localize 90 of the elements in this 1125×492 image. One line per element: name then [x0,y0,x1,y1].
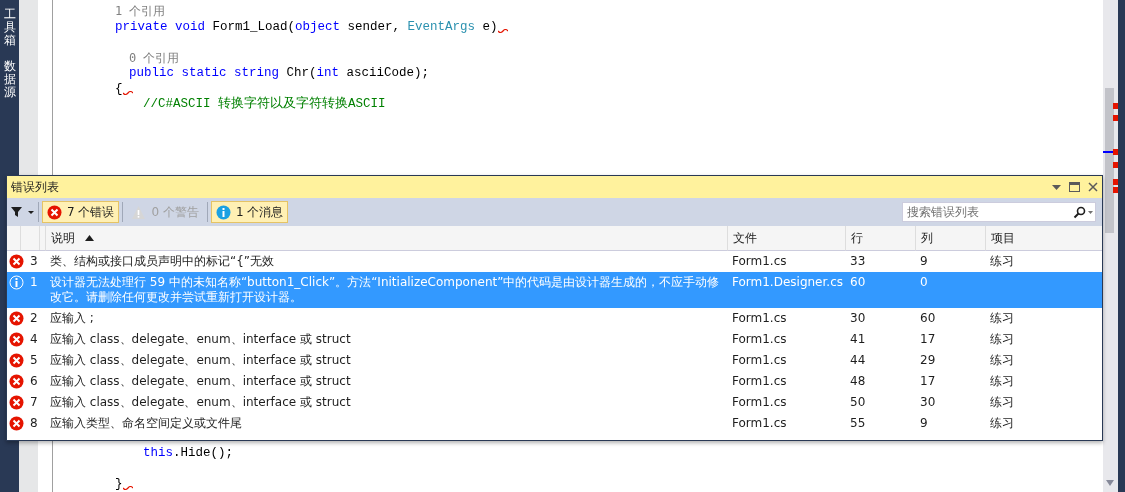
error-description: 应输入类型、命名空间定义或文件尾 [49,415,243,432]
table-cell: Form1.cs [732,395,787,409]
error-number: 5 [30,353,38,368]
list-row[interactable]: 4 应输入 class、delegate、enum、interface 或 struct Form1.cs 41 17 练习 [7,329,1102,350]
error-description: 类、结构或接口成员声明中的标记“{”无效 [49,253,276,270]
code-line: //C#ASCII 转换字符以及字符转换ASCII [143,97,386,113]
close-icon[interactable] [1088,182,1098,192]
side-tab[interactable]: 工具箱 [3,8,16,48]
table-cell: Form1.cs [732,353,787,367]
warning-icon [131,204,147,220]
error-number: 4 [30,332,38,347]
reference-count[interactable]: 0 个引用 [129,50,180,66]
code-line: this.Hide(); [143,445,234,461]
table-cell: 9 [920,254,928,268]
search-icon[interactable] [1073,206,1093,219]
table-cell: 17 [920,374,936,388]
filter-button[interactable]: 1 个消息 [210,201,289,223]
table-cell: 练习 [990,311,1014,325]
table-cell: 48 [850,374,866,388]
table-cell: 17 [920,332,936,346]
error-icon [9,374,24,389]
code-line: public static string Chr(int asciiCode); [129,66,430,82]
table-cell: Form1.cs [732,254,787,268]
table-cell: 44 [850,353,866,367]
table-cell: 60 [920,311,936,325]
filter-icon[interactable] [11,206,35,218]
error-description: 应输入 class、delegate、enum、interface 或 struct [49,394,352,411]
table-cell: Form1.cs [732,416,787,430]
error-icon [9,353,24,368]
error-description: 应输入 ; [49,310,95,327]
error-number: 7 [30,395,38,410]
reference-count[interactable]: 1 个引用 [115,4,166,20]
error-icon [47,204,62,220]
list-row[interactable]: 6 应输入 class、delegate、enum、interface 或 struct Form1.cs 48 17 练习 [7,371,1102,392]
error-number: 8 [30,416,38,431]
error-icon [9,395,24,410]
error-number: 1 [30,275,38,290]
list-row[interactable]: 2 应输入 ; Form1.cs 30 60 练习 [7,308,1102,329]
filter-button[interactable]: 7 个错误 [42,201,120,223]
table-cell: 55 [850,416,866,430]
column-header[interactable]: 列 [921,229,933,247]
info-icon [9,275,24,290]
error-icon [9,332,24,347]
table-cell: 0 [920,275,928,289]
error-description: 设计器无法处理行 59 中的未知名称“button1_Click”。方法“InitializeComponent”中的代码是由设计器生成的，不应手动修改它。请删除任何更改并尝试重新打开设计器。 [49,274,721,306]
search-field[interactable]: 搜索错误列表 [902,202,1096,222]
error-icon [9,416,24,431]
list-row[interactable]: 8 应输入类型、命名空间定义或文件尾 Form1.cs 55 9 练习 [7,413,1102,434]
table-cell: 60 [850,275,866,289]
table-cell: Form1.cs [732,311,787,325]
column-header[interactable]: 行 [851,229,863,247]
table-cell: 练习 [990,374,1014,388]
table-cell: 30 [920,395,936,409]
table-cell: 练习 [990,332,1014,346]
error-description: 应输入 class、delegate、enum、interface 或 struct [49,352,352,369]
list-row[interactable]: 7 应输入 class、delegate、enum、interface 或 struct Form1.cs 50 30 练习 [7,392,1102,413]
table-cell: Form1.cs [732,374,787,388]
table-cell: 练习 [990,353,1014,367]
table-cell: 9 [920,416,928,430]
error-number: 6 [30,374,38,389]
code-line: } [115,476,123,492]
info-icon [215,204,231,220]
error-number: 3 [30,254,38,269]
column-header[interactable]: 文件 [733,229,757,247]
panel-title: 错误列表 [11,178,59,196]
list-row[interactable]: 3 类、结构或接口成员声明中的标记“{”无效 Form1.cs 33 9 练习 [7,251,1102,272]
error-description: 应输入 class、delegate、enum、interface 或 struct [49,331,352,348]
table-cell: Form1.Designer.cs [732,275,843,289]
table-cell: 41 [850,332,866,346]
code-line: private void Form1_Load(object sender, EventArgs e) [115,19,498,35]
table-cell: Form1.cs [732,332,787,346]
table-cell: 练习 [990,416,1014,430]
table-cell: 50 [850,395,866,409]
table-cell: 30 [850,311,866,325]
column-header[interactable]: 说明 [51,229,75,247]
list-row[interactable]: 5 应输入 class、delegate、enum、interface 或 struct Form1.cs 44 29 练习 [7,350,1102,371]
table-cell: 练习 [990,395,1014,409]
sort-ascending-icon[interactable] [85,235,94,241]
table-cell: 练习 [990,254,1014,268]
maximize-icon[interactable] [1069,182,1080,192]
error-icon [9,254,24,269]
error-icon [9,311,24,326]
code-line: { [115,81,123,97]
dropdown-icon[interactable] [1052,184,1061,190]
error-description: 应输入 class、delegate、enum、interface 或 struct [49,373,352,390]
table-cell: 29 [920,353,936,367]
table-cell: 33 [850,254,866,268]
side-tab[interactable]: 数据源 [3,59,16,100]
column-header[interactable]: 项目 [991,229,1015,247]
error-number: 2 [30,311,38,326]
